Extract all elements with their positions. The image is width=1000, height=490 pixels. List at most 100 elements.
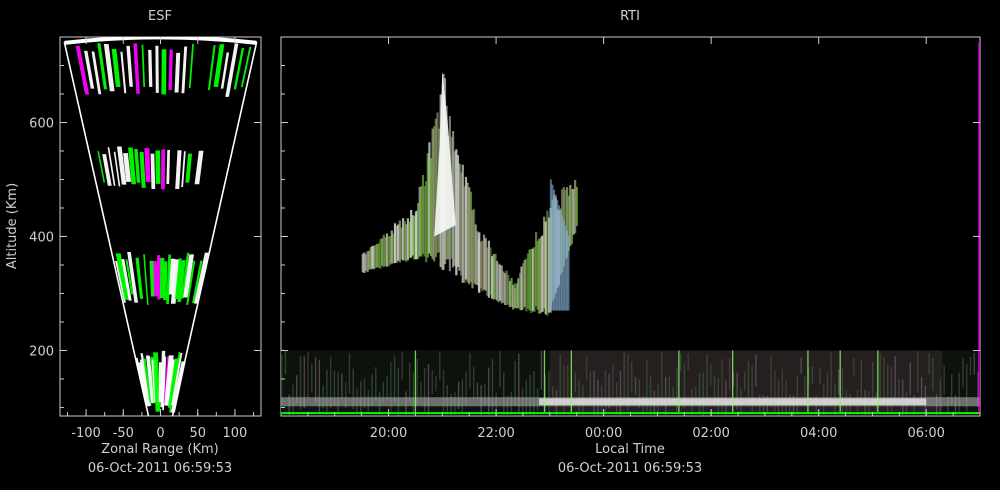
rti-low-echo-column [582,384,584,416]
rti-low-echo-column [631,361,633,393]
rti-low-echo-column [401,351,403,380]
rti-low-echo-column [559,354,561,402]
esf-y-axis-label: Altitude (Km) [5,183,20,269]
rti-low-echo-column [408,363,411,403]
rti-low-echo-column [728,358,731,391]
esf-timestamp: 06-Oct-2011 06:59:53 [88,461,232,476]
rti-low-echo-column [341,373,343,399]
rti-low-echo-column [533,370,535,416]
rti-low-echo-column [397,367,400,416]
rti-low-echo-column [838,369,840,395]
chart-canvas: -100 -50 0 50 100 200 400 600 20:00 22:00 00:00 02… [5,9,981,476]
esf-x-tick-label: 100 [223,426,248,441]
rti-x-tick-label: 20:00 [370,426,407,441]
rti-plume-column [575,186,578,227]
rti-timestamp: 06-Oct-2011 06:59:53 [558,461,702,476]
rti-low-echo-column [386,376,388,400]
rti-low-echo-column [879,353,881,398]
rti-low-echo-column [710,364,712,386]
rti-low-echo-column [702,372,704,416]
rti-low-echo-column [969,356,972,376]
rti-low-echo-column [853,358,855,376]
rti-low-echo-column [393,356,396,402]
rti-low-echo-column [292,384,294,416]
rti-low-echo-column [476,382,479,399]
rti-low-echo-column [856,390,859,416]
rti-low-echo-column [894,355,896,404]
rti-right-edge-marks [978,42,980,414]
rti-low-echo-column [615,382,618,416]
rti-low-echo-column [898,379,900,400]
rti-low-echo-column [973,353,975,375]
rti-low-echo-column [431,370,433,395]
rti-low-echo-column [800,357,802,374]
rti-low-echo-column [902,379,904,416]
rti-low-echo-column [819,368,821,385]
rti-low-echo-column [307,351,309,398]
esf-y-tick-label: 400 [29,230,54,245]
esf-echo-stripe [161,49,167,95]
rti-low-echo-column [623,352,625,398]
rti-low-echo-column [311,363,313,393]
rti-low-echo-column [943,365,945,396]
rti-secondary-plume [567,235,570,311]
esf-x-tick-label: 0 [156,426,164,441]
rti-plot-area: 20:00 22:00 00:00 02:00 04:00 06:00 [280,36,981,441]
esf-echo-stripe [160,149,166,190]
rti-low-echo-column [917,351,919,393]
rti-low-echo-column [634,377,637,396]
rti-low-echo-column [348,353,351,394]
rti-low-echo-column [461,379,464,414]
esf-y-tick-label: 200 [29,344,54,359]
rti-x-tick-label: 22:00 [477,426,514,441]
rti-low-echo-column [962,358,964,388]
rti-low-echo-column [469,352,471,389]
rti-low-echo-column [751,365,753,414]
rti-low-echo-column [435,376,437,392]
rti-low-echo-column [439,351,441,380]
rti-low-echo-column [499,351,501,388]
rti-x-axis-label: Local Time [595,442,665,457]
rti-low-echo-column [932,357,934,391]
rti-low-echo-column [743,371,746,391]
rti-x-tick-label: 02:00 [692,426,729,441]
esf-x-tick-label: -100 [71,426,101,441]
esf-frame [59,36,262,417]
esf-title: ESF [148,9,172,24]
esf-x-tick-label: -50 [113,426,134,441]
esf-echo-stripe [155,150,161,184]
rti-low-echo-column [785,380,787,416]
rti-low-echo-column [540,350,543,390]
rti-low-echo-column [488,367,490,416]
rti-low-echo-column [909,362,911,396]
rti-low-echo-column [924,385,927,416]
rti-low-echo-column [567,365,569,401]
rti-low-echo-column [314,357,317,402]
esf-y-tick-label: 600 [29,116,54,131]
rti-low-echo-column [811,365,814,384]
rti-low-echo-column [679,353,682,372]
rti-low-echo-column [755,354,757,387]
rti-x-tick-label: 04:00 [800,426,837,441]
rti-low-echo-column [958,372,960,414]
rti-low-echo-column [585,356,588,380]
rti-low-echo-column [868,390,870,416]
rti-low-echo-column [375,367,377,400]
rti-low-echo-column [706,354,708,400]
rti-low-echo-column [563,364,565,416]
esf-x-tick-label: 50 [189,426,206,441]
rti-low-echo-column [774,370,776,414]
rti-low-echo-column [574,372,576,393]
rti-low-echo-column [687,353,689,371]
rti-low-echo-column [472,366,475,400]
esf-echo-stripe [155,45,159,93]
rti-x-tick-label: 06:00 [907,426,944,441]
esf-x-axis-label: Zonal Range (Km) [101,442,218,457]
rti-low-echo-column [653,390,656,416]
esf-plot-area: -100 -50 0 50 100 200 400 600 [29,36,262,441]
rti-low-echo-column [740,388,742,416]
rti-low-echo-column [284,350,287,375]
rti-low-echo-column [604,370,607,414]
rti-low-echo-column [649,375,652,416]
rti-low-echo-column [420,382,422,398]
